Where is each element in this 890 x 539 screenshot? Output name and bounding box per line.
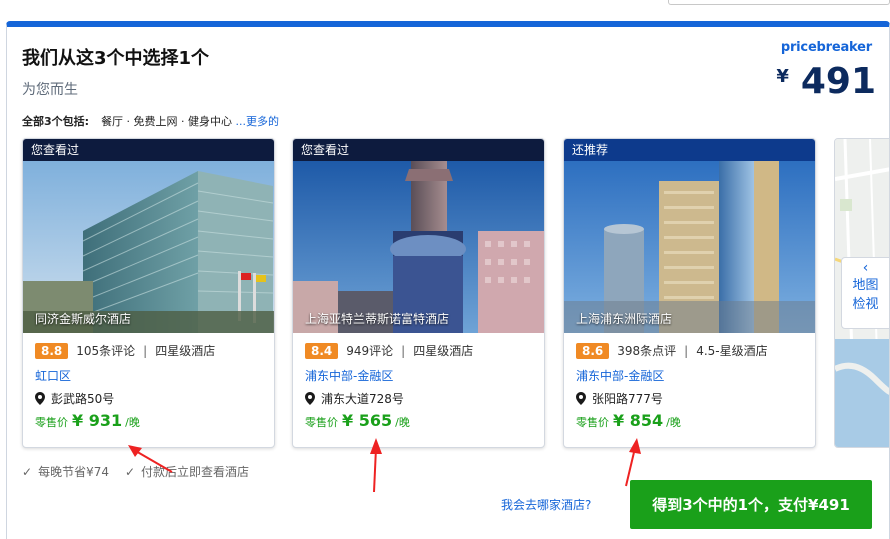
star-rating: 四星级酒店 bbox=[413, 344, 474, 358]
separator: | bbox=[684, 343, 689, 358]
address-row: 张阳路777号 bbox=[576, 390, 663, 407]
price-amount: ¥ 931 bbox=[72, 411, 123, 430]
price-currency: ¥ bbox=[776, 66, 789, 87]
hotel-card-2[interactable]: 您查看过 上海亚特兰蒂斯诺富特酒店 8.4 949评论 | 四星级酒店 浦东中部… bbox=[292, 138, 545, 448]
checkmark-icon: ✓ bbox=[22, 464, 33, 479]
benefit-item: ✓ 付款后立即查看酒店 bbox=[125, 463, 249, 480]
amenities-text: 餐厅 · 免费上网 · 健身中心 bbox=[101, 115, 233, 128]
district-text: 虹口区 bbox=[35, 369, 72, 383]
location-pin-icon bbox=[35, 392, 45, 405]
page-headline: 我们从这3个中选择1个 bbox=[22, 48, 210, 69]
benefit-text: 付款后立即查看酒店 bbox=[141, 465, 250, 479]
review-count: 398条点评 bbox=[617, 344, 677, 358]
review-count: 949评论 bbox=[346, 344, 394, 358]
pricebreaker-logo: pricebreaker bbox=[780, 40, 872, 55]
hotel-name: 同济金斯威尔酒店 bbox=[35, 312, 132, 326]
page-subheadline: 为您而生 bbox=[22, 82, 78, 98]
address-row: 浦东大道728号 bbox=[305, 390, 404, 407]
district-text: 浦东中部-金融区 bbox=[305, 369, 394, 383]
per-night-label: /晚 bbox=[395, 416, 410, 429]
hotel-photo[interactable]: 同济金斯威尔酒店 bbox=[23, 161, 274, 333]
address-row: 彭武路50号 bbox=[35, 390, 114, 407]
rating-row: 8.4 949评论 | 四星级酒店 bbox=[305, 342, 473, 359]
address-text: 浦东大道728号 bbox=[321, 392, 404, 406]
address-text: 彭武路50号 bbox=[51, 392, 115, 406]
location-pin-icon bbox=[576, 392, 586, 405]
card-tag: 您查看过 bbox=[23, 139, 274, 161]
hotel-photo-image bbox=[564, 161, 815, 333]
score-badge: 8.6 bbox=[576, 342, 610, 359]
hotel-photo[interactable]: 上海亚特兰蒂斯诺富特酒店 bbox=[293, 161, 544, 333]
location-pin-icon bbox=[305, 392, 315, 405]
map-label-line2: 检视 bbox=[852, 297, 879, 312]
price-label: 零售价 bbox=[35, 416, 68, 429]
search-box-edge[interactable] bbox=[668, 0, 890, 5]
star-rating: 四星级酒店 bbox=[155, 344, 216, 358]
hotel-name: 上海亚特兰蒂斯诺富特酒店 bbox=[305, 312, 450, 326]
chevron-left-icon: ‹ bbox=[862, 260, 869, 276]
retail-price: 零售价 ¥ 931 /晚 bbox=[35, 411, 140, 430]
retail-price: 零售价 ¥ 854 /晚 bbox=[576, 411, 681, 430]
score-badge: 8.8 bbox=[35, 342, 69, 359]
more-amenities-link[interactable]: ...更多的 bbox=[236, 115, 280, 128]
amenities-line: 全部3个包括: 餐厅 · 免费上网 · 健身中心 ...更多的 bbox=[22, 113, 279, 129]
benefit-item: ✓ 每晚节省¥74 bbox=[22, 463, 109, 480]
hotel-name: 上海浦东洲际酒店 bbox=[576, 312, 673, 326]
rating-row: 8.8 105条评论 | 四星级酒店 bbox=[35, 342, 215, 359]
includes-label: 全部3个包括: bbox=[22, 115, 90, 128]
map-label-line1: 地图 bbox=[852, 278, 879, 293]
separator: | bbox=[401, 343, 406, 358]
hotel-photo[interactable]: 上海浦东洲际酒店 bbox=[564, 161, 815, 333]
separator: | bbox=[143, 343, 148, 358]
price-label: 零售价 bbox=[576, 416, 609, 429]
retail-price: 零售价 ¥ 565 /晚 bbox=[305, 411, 410, 430]
hotel-photo-image bbox=[23, 161, 274, 333]
card-tag: 还推荐 bbox=[564, 139, 815, 161]
card-tag: 您查看过 bbox=[293, 139, 544, 161]
which-hotel-link[interactable]: 我会去哪家酒店? bbox=[501, 496, 591, 513]
map-view-button[interactable]: ‹ 地图 检视 bbox=[841, 257, 890, 329]
checkmark-icon: ✓ bbox=[124, 464, 136, 479]
pricebreaker-price: ¥ 491 bbox=[776, 60, 876, 104]
hotel-card-3[interactable]: 还推荐 上海浦东洲际酒店 8.6 398条点评 | 4.5-星级酒店 浦东中部-… bbox=[563, 138, 816, 448]
per-night-label: /晚 bbox=[666, 416, 681, 429]
benefit-text: 每晚节省¥74 bbox=[38, 465, 109, 479]
price-label: 零售价 bbox=[305, 416, 338, 429]
score-badge: 8.4 bbox=[305, 342, 339, 359]
price-amount: ¥ 854 bbox=[613, 411, 664, 430]
star-rating: 4.5-星级酒店 bbox=[696, 344, 768, 358]
district-text: 浦东中部-金融区 bbox=[576, 369, 665, 383]
buy-pricebreaker-button[interactable]: 得到3个中的1个，支付¥491 bbox=[630, 480, 872, 529]
price-amount: ¥ 565 bbox=[342, 411, 393, 430]
review-count: 105条评论 bbox=[76, 344, 136, 358]
rating-row: 8.6 398条点评 | 4.5-星级酒店 bbox=[576, 342, 768, 359]
hotel-photo-image bbox=[293, 161, 544, 333]
address-text: 张阳路777号 bbox=[592, 392, 663, 406]
price-amount: 491 bbox=[800, 61, 876, 102]
hotel-card-1[interactable]: 您查看过 同济金斯威尔酒店 8.8 105条评论 | 四星级酒店 虹口区 彭武路… bbox=[22, 138, 275, 448]
benefits-row: ✓ 每晚节省¥74 ✓ 付款后立即查看酒店 bbox=[22, 463, 265, 480]
per-night-label: /晚 bbox=[125, 416, 140, 429]
